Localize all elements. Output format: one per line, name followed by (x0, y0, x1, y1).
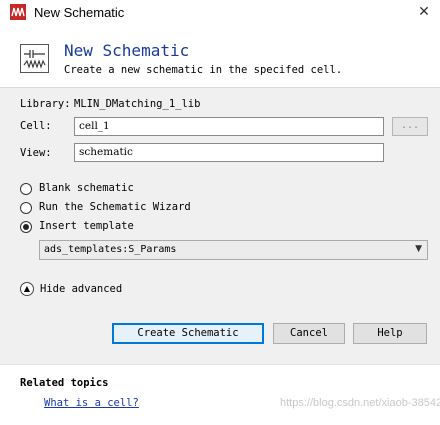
cancel-button[interactable]: Cancel (273, 323, 345, 344)
dialog-subtitle: Create a new schematic in the specifed c… (64, 64, 343, 76)
window-title: New Schematic (34, 5, 125, 20)
library-label: Library: (20, 98, 71, 110)
schematic-icon (20, 44, 49, 73)
template-select-value: ads_templates:S_Params (44, 244, 177, 255)
title-bar: New Schematic ✕ (0, 0, 440, 25)
browse-button[interactable]: ... (392, 117, 428, 136)
related-topics-title: Related topics (20, 377, 109, 389)
watermark-text: https://blog.csdn.net/xiaob-385426 (280, 397, 440, 409)
radio-label: Run the Schematic Wizard (39, 201, 191, 213)
close-icon[interactable]: ✕ (414, 2, 434, 22)
cell-label: Cell: (20, 120, 52, 132)
chevron-up-icon[interactable]: ▲ (20, 282, 34, 296)
template-select[interactable]: ads_templates:S_Params ▼ (39, 240, 428, 260)
dialog-title: New Schematic (64, 41, 190, 60)
view-input[interactable]: schematic (74, 143, 384, 162)
radio-button[interactable] (20, 183, 32, 195)
radio-label: Blank schematic (39, 182, 134, 194)
view-label: View: (20, 147, 52, 159)
radio-label: Insert template (39, 220, 134, 232)
hide-advanced-toggle[interactable]: Hide advanced (40, 283, 122, 295)
what-is-a-cell-link[interactable]: What is a cell? (44, 397, 139, 409)
cell-input[interactable]: cell_1 (74, 117, 384, 136)
related-topics-panel (0, 364, 440, 425)
create-schematic-button[interactable]: Create Schematic (112, 323, 264, 344)
chevron-down-icon[interactable]: ▼ (415, 244, 422, 254)
radio-button-selected[interactable] (20, 221, 32, 233)
library-value: MLIN_DMatching_1_lib (74, 98, 201, 110)
help-button[interactable]: Help (353, 323, 427, 344)
app-logo-icon (10, 4, 26, 20)
radio-button[interactable] (20, 202, 32, 214)
